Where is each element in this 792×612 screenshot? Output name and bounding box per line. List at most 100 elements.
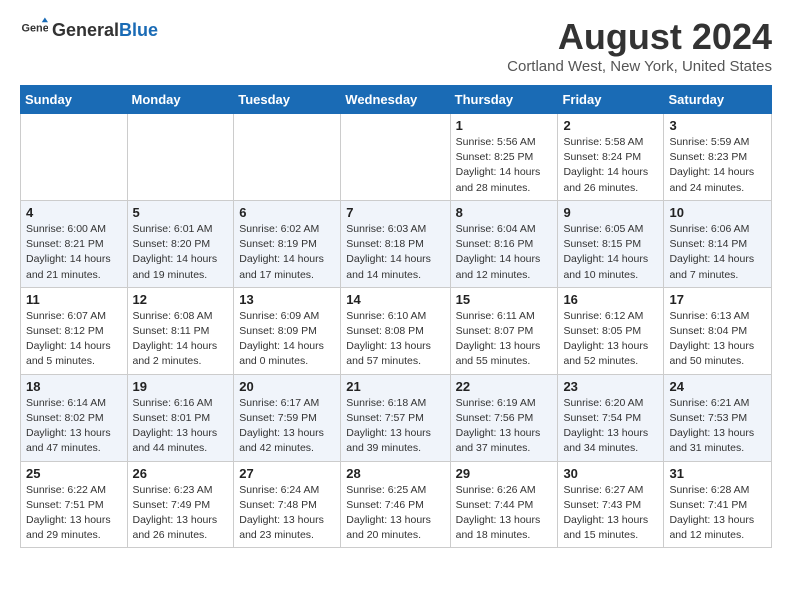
header-cell-friday: Friday xyxy=(558,86,664,114)
header-cell-thursday: Thursday xyxy=(450,86,558,114)
day-cell: 15 Sunrise: 6:11 AMSunset: 8:07 PMDayligh… xyxy=(450,287,558,374)
day-number: 22 xyxy=(456,379,553,394)
day-info: Sunrise: 6:14 AMSunset: 8:02 PMDaylight:… xyxy=(26,396,122,457)
day-number: 26 xyxy=(133,466,229,481)
week-row-1: 1 Sunrise: 5:56 AMSunset: 8:25 PMDaylight… xyxy=(21,114,772,201)
day-cell: 29Sunrise: 6:26 AMSunset: 7:44 PMDayligh… xyxy=(450,461,558,548)
day-number: 10 xyxy=(669,205,766,220)
day-cell: 25 Sunrise: 6:22 AMSunset: 7:51 PMDayligh… xyxy=(21,461,128,548)
day-cell: 30 Sunrise: 6:27 AMSunset: 7:43 PMDayligh… xyxy=(558,461,664,548)
day-number: 23 xyxy=(563,379,658,394)
day-number: 31 xyxy=(669,466,766,481)
day-info: Sunrise: 5:56 AMSunset: 8:25 PMDaylight:… xyxy=(456,135,553,196)
day-cell: 10 Sunrise: 6:06 AMSunset: 8:14 PMDayligh… xyxy=(664,200,772,287)
day-number: 3 xyxy=(669,118,766,133)
day-number: 9 xyxy=(563,205,658,220)
day-number: 4 xyxy=(26,205,122,220)
day-info: Sunrise: 6:13 AMSunset: 8:04 PMDaylight:… xyxy=(669,309,766,370)
day-number: 27 xyxy=(239,466,335,481)
logo-text-blue: Blue xyxy=(119,20,158,40)
day-cell: 27 Sunrise: 6:24 AMSunset: 7:48 PMDayligh… xyxy=(234,461,341,548)
day-info: Sunrise: 6:03 AMSunset: 8:18 PMDaylight:… xyxy=(346,222,444,283)
day-info: Sunrise: 6:19 AMSunset: 7:56 PMDaylight:… xyxy=(456,396,553,457)
day-cell: 26 Sunrise: 6:23 AMSunset: 7:49 PMDayligh… xyxy=(127,461,234,548)
day-cell: 7 Sunrise: 6:03 AMSunset: 8:18 PMDaylight… xyxy=(341,200,450,287)
day-info: Sunrise: 6:11 AMSunset: 8:07 PMDaylight:… xyxy=(456,309,553,370)
day-number: 28 xyxy=(346,466,444,481)
day-info: Sunrise: 6:20 AMSunset: 7:54 PMDaylight:… xyxy=(563,396,658,457)
day-cell: 24Sunrise: 6:21 AMSunset: 7:53 PMDayligh… xyxy=(664,374,772,461)
day-info: Sunrise: 6:28 AMSunset: 7:41 PMDaylight:… xyxy=(669,483,766,544)
day-number: 17 xyxy=(669,292,766,307)
week-row-4: 18 Sunrise: 6:14 AMSunset: 8:02 PMDayligh… xyxy=(21,374,772,461)
day-number: 1 xyxy=(456,118,553,133)
day-cell: 23 Sunrise: 6:20 AMSunset: 7:54 PMDayligh… xyxy=(558,374,664,461)
logo: General GeneralBlue xyxy=(20,16,158,44)
day-cell: 8Sunrise: 6:04 AMSunset: 8:16 PMDaylight… xyxy=(450,200,558,287)
day-cell: 1 Sunrise: 5:56 AMSunset: 8:25 PMDaylight… xyxy=(450,114,558,201)
day-number: 21 xyxy=(346,379,444,394)
day-info: Sunrise: 6:07 AMSunset: 8:12 PMDaylight:… xyxy=(26,309,122,370)
day-info: Sunrise: 6:24 AMSunset: 7:48 PMDaylight:… xyxy=(239,483,335,544)
day-number: 20 xyxy=(239,379,335,394)
day-number: 5 xyxy=(133,205,229,220)
day-number: 6 xyxy=(239,205,335,220)
day-number: 16 xyxy=(563,292,658,307)
day-cell: 22 Sunrise: 6:19 AMSunset: 7:56 PMDayligh… xyxy=(450,374,558,461)
day-info: Sunrise: 6:06 AMSunset: 8:14 PMDaylight:… xyxy=(669,222,766,283)
day-cell: 21 Sunrise: 6:18 AMSunset: 7:57 PMDayligh… xyxy=(341,374,450,461)
day-cell: 5 Sunrise: 6:01 AMSunset: 8:20 PMDaylight… xyxy=(127,200,234,287)
day-number: 8 xyxy=(456,205,553,220)
day-cell: 17 Sunrise: 6:13 AMSunset: 8:04 PMDayligh… xyxy=(664,287,772,374)
day-cell: 4 Sunrise: 6:00 AMSunset: 8:21 PMDaylight… xyxy=(21,200,128,287)
calendar-table: SundayMondayTuesdayWednesdayThursdayFrid… xyxy=(20,85,772,548)
day-info: Sunrise: 6:02 AMSunset: 8:19 PMDaylight:… xyxy=(239,222,335,283)
day-info: Sunrise: 6:18 AMSunset: 7:57 PMDaylight:… xyxy=(346,396,444,457)
day-info: Sunrise: 6:16 AMSunset: 8:01 PMDaylight:… xyxy=(133,396,229,457)
logo-icon: General xyxy=(20,16,48,44)
day-info: Sunrise: 6:05 AMSunset: 8:15 PMDaylight:… xyxy=(563,222,658,283)
day-cell: 11 Sunrise: 6:07 AMSunset: 8:12 PMDayligh… xyxy=(21,287,128,374)
header-row: SundayMondayTuesdayWednesdayThursdayFrid… xyxy=(21,86,772,114)
week-row-5: 25 Sunrise: 6:22 AMSunset: 7:51 PMDayligh… xyxy=(21,461,772,548)
day-cell xyxy=(234,114,341,201)
day-number: 13 xyxy=(239,292,335,307)
day-cell: 3Sunrise: 5:59 AMSunset: 8:23 PMDaylight… xyxy=(664,114,772,201)
week-row-3: 11 Sunrise: 6:07 AMSunset: 8:12 PMDayligh… xyxy=(21,287,772,374)
day-cell: 20Sunrise: 6:17 AMSunset: 7:59 PMDayligh… xyxy=(234,374,341,461)
calendar-subtitle: Cortland West, New York, United States xyxy=(507,58,772,75)
day-info: Sunrise: 6:01 AMSunset: 8:20 PMDaylight:… xyxy=(133,222,229,283)
day-cell xyxy=(21,114,128,201)
day-number: 25 xyxy=(26,466,122,481)
day-cell: 28 Sunrise: 6:25 AMSunset: 7:46 PMDayligh… xyxy=(341,461,450,548)
day-number: 14 xyxy=(346,292,444,307)
day-number: 2 xyxy=(563,118,658,133)
day-info: Sunrise: 6:22 AMSunset: 7:51 PMDaylight:… xyxy=(26,483,122,544)
day-cell: 31 Sunrise: 6:28 AMSunset: 7:41 PMDayligh… xyxy=(664,461,772,548)
day-number: 30 xyxy=(563,466,658,481)
day-cell: 2 Sunrise: 5:58 AMSunset: 8:24 PMDaylight… xyxy=(558,114,664,201)
day-number: 19 xyxy=(133,379,229,394)
day-info: Sunrise: 6:08 AMSunset: 8:11 PMDaylight:… xyxy=(133,309,229,370)
title-area: August 2024 Cortland West, New York, Uni… xyxy=(507,16,772,75)
day-number: 12 xyxy=(133,292,229,307)
day-number: 18 xyxy=(26,379,122,394)
day-number: 11 xyxy=(26,292,122,307)
day-info: Sunrise: 6:27 AMSunset: 7:43 PMDaylight:… xyxy=(563,483,658,544)
day-number: 15 xyxy=(456,292,553,307)
day-info: Sunrise: 6:23 AMSunset: 7:49 PMDaylight:… xyxy=(133,483,229,544)
day-cell xyxy=(127,114,234,201)
day-info: Sunrise: 6:25 AMSunset: 7:46 PMDaylight:… xyxy=(346,483,444,544)
day-cell: 13Sunrise: 6:09 AMSunset: 8:09 PMDayligh… xyxy=(234,287,341,374)
day-cell: 12 Sunrise: 6:08 AMSunset: 8:11 PMDayligh… xyxy=(127,287,234,374)
header-cell-saturday: Saturday xyxy=(664,86,772,114)
day-cell: 14 Sunrise: 6:10 AMSunset: 8:08 PMDayligh… xyxy=(341,287,450,374)
day-info: Sunrise: 6:00 AMSunset: 8:21 PMDaylight:… xyxy=(26,222,122,283)
day-number: 7 xyxy=(346,205,444,220)
day-number: 29 xyxy=(456,466,553,481)
logo-text-general: General xyxy=(52,20,119,40)
day-cell: 9 Sunrise: 6:05 AMSunset: 8:15 PMDaylight… xyxy=(558,200,664,287)
day-info: Sunrise: 5:58 AMSunset: 8:24 PMDaylight:… xyxy=(563,135,658,196)
day-info: Sunrise: 6:10 AMSunset: 8:08 PMDaylight:… xyxy=(346,309,444,370)
svg-text:General: General xyxy=(22,23,48,35)
